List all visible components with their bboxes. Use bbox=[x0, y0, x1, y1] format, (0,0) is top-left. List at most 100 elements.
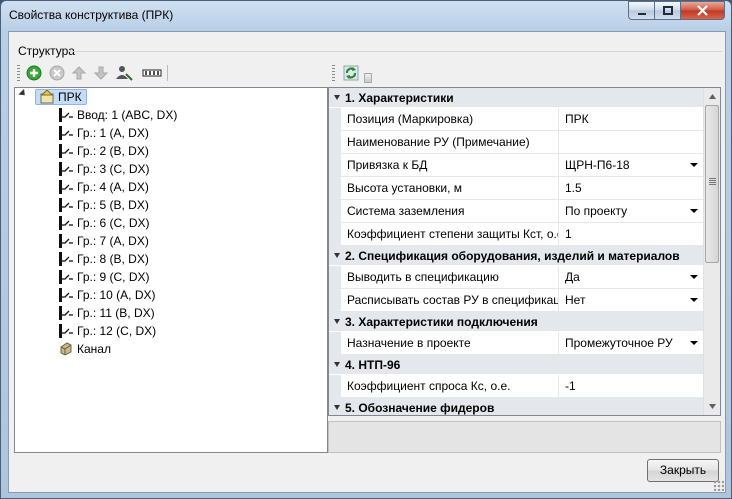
property-row[interactable]: Выводить в спецификацию Да bbox=[329, 266, 705, 289]
property-value-text: -1 bbox=[565, 379, 576, 393]
switch-line-icon bbox=[59, 216, 73, 230]
property-value[interactable]: Промежуточное РУ bbox=[559, 332, 705, 354]
toolbar-separator bbox=[167, 65, 168, 81]
property-row[interactable]: Коэффициент спроса Кс, о.е. -1 bbox=[329, 375, 705, 398]
tree-item-group[interactable]: Гр.: 11 (B, DX) bbox=[59, 304, 155, 322]
property-category[interactable]: 1. Характеристики bbox=[329, 88, 705, 108]
tree-item-label: Гр.: 4 (A, DX) bbox=[77, 180, 149, 194]
property-name: Назначение в проекте bbox=[329, 332, 559, 354]
scroll-up-button[interactable] bbox=[704, 88, 720, 105]
tree-item-input[interactable]: Ввод: 1 (ABC, DX) bbox=[59, 106, 177, 124]
close-icon bbox=[697, 5, 708, 16]
add-button[interactable] bbox=[24, 63, 44, 83]
property-row[interactable]: Коэффициент степени защиты Кст, о.е. 1 bbox=[329, 223, 705, 246]
tree-item-group[interactable]: Гр.: 9 (C, DX) bbox=[59, 268, 150, 286]
tree-item-group[interactable]: Гр.: 1 (A, DX) bbox=[59, 124, 149, 142]
tree-item-group[interactable]: Гр.: 12 (C, DX) bbox=[59, 322, 156, 340]
property-name: Коэффициент спроса Кс, о.е. bbox=[329, 375, 559, 397]
scroll-thumb[interactable] bbox=[705, 105, 719, 263]
property-name: Привязка к БД bbox=[329, 154, 559, 176]
user-edit-button[interactable] bbox=[114, 63, 134, 83]
toolbar-grip[interactable] bbox=[17, 65, 20, 81]
property-grid-content: 1. Характеристики Позиция (Маркировка) ПРК… bbox=[329, 88, 705, 415]
property-value[interactable]: 1.5 bbox=[559, 177, 705, 199]
dialog-client-area: Структура ПРК Ввод: 1 (ABC, DX) Гр.: 1 (… bbox=[8, 31, 726, 493]
collapse-arrow-icon[interactable] bbox=[334, 95, 340, 100]
property-value[interactable]: По проекту bbox=[559, 200, 705, 222]
property-value[interactable]: ЩРН-П6-18 bbox=[559, 154, 705, 176]
tree-item-label: Гр.: 1 (A, DX) bbox=[77, 126, 149, 140]
property-value[interactable]: Нет bbox=[559, 289, 705, 311]
property-row[interactable]: Позиция (Маркировка) ПРК bbox=[329, 108, 705, 131]
property-value[interactable]: 1 bbox=[559, 223, 705, 245]
dropdown-arrow-icon[interactable] bbox=[690, 209, 698, 213]
scroll-down-button[interactable] bbox=[704, 398, 720, 415]
dropdown-arrow-icon[interactable] bbox=[690, 298, 698, 302]
property-category[interactable]: 4. НТП-96 bbox=[329, 355, 705, 375]
property-row[interactable]: Высота установки, м 1.5 bbox=[329, 177, 705, 200]
refresh-button[interactable] bbox=[340, 63, 362, 83]
tree-item-group[interactable]: Гр.: 4 (A, DX) bbox=[59, 178, 149, 196]
property-value[interactable]: -1 bbox=[559, 375, 705, 397]
switch-line-icon bbox=[59, 162, 73, 176]
property-category-title: 2. Спецификация оборудования, изделий и … bbox=[345, 249, 680, 263]
property-category[interactable]: 5. Обозначение фидеров bbox=[329, 398, 705, 415]
move-down-button[interactable] bbox=[91, 63, 111, 83]
tree-item-label: Гр.: 7 (A, DX) bbox=[77, 234, 149, 248]
dropdown-arrow-icon[interactable] bbox=[690, 275, 698, 279]
tree-item-group[interactable]: Гр.: 6 (C, DX) bbox=[59, 214, 150, 232]
tree-item-group[interactable]: Гр.: 3 (C, DX) bbox=[59, 160, 150, 178]
structure-tree[interactable]: ПРК Ввод: 1 (ABC, DX) Гр.: 1 (A, DX) Гр.: … bbox=[14, 87, 328, 453]
tree-item-label: Гр.: 10 (A, DX) bbox=[77, 288, 156, 302]
tree-expand-arrow-icon[interactable] bbox=[18, 88, 28, 99]
tree-item-group[interactable]: Гр.: 10 (A, DX) bbox=[59, 286, 156, 304]
close-window-button[interactable] bbox=[681, 1, 725, 20]
terminal-strip-icon bbox=[142, 69, 162, 77]
dropdown-arrow-icon[interactable] bbox=[690, 341, 698, 345]
property-row[interactable]: Система заземления По проекту bbox=[329, 200, 705, 223]
switch-line-icon bbox=[59, 252, 73, 266]
distribution-board-icon bbox=[40, 90, 54, 104]
properties-toolbar-grip[interactable] bbox=[332, 65, 335, 81]
property-grid[interactable]: 1. Характеристики Позиция (Маркировка) ПРК… bbox=[328, 87, 721, 416]
remove-button[interactable] bbox=[47, 63, 67, 83]
property-description-panel bbox=[328, 421, 721, 453]
property-row[interactable]: Назначение в проекте Промежуточное РУ bbox=[329, 332, 705, 355]
dropdown-arrow-icon[interactable] bbox=[690, 163, 698, 167]
property-row[interactable]: Расписывать состав РУ в спецификации Нет bbox=[329, 289, 705, 312]
maximize-button[interactable] bbox=[655, 1, 681, 20]
property-value-text: 1.5 bbox=[565, 181, 582, 195]
resize-grip[interactable] bbox=[713, 480, 724, 491]
property-name: Коэффициент степени защиты Кст, о.е. bbox=[329, 223, 559, 245]
tree-item-group[interactable]: Гр.: 7 (A, DX) bbox=[59, 232, 149, 250]
scroll-thumb-grip bbox=[709, 178, 716, 185]
tree-item-group[interactable]: Гр.: 2 (B, DX) bbox=[59, 142, 149, 160]
tree-item-group[interactable]: Гр.: 8 (B, DX) bbox=[59, 250, 149, 268]
property-category[interactable]: 2. Спецификация оборудования, изделий и … bbox=[329, 246, 705, 266]
property-category[interactable]: 3. Характеристики подключения bbox=[329, 312, 705, 332]
property-grid-scrollbar[interactable] bbox=[703, 88, 720, 415]
switch-line-icon bbox=[59, 198, 73, 212]
close-button[interactable]: Закрыть bbox=[647, 459, 719, 482]
property-value[interactable] bbox=[559, 131, 705, 153]
property-value-text: Промежуточное РУ bbox=[565, 336, 673, 350]
switch-line-icon bbox=[59, 234, 73, 248]
property-name: Позиция (Маркировка) bbox=[329, 108, 559, 130]
collapse-arrow-icon[interactable] bbox=[334, 319, 340, 324]
collapse-arrow-icon[interactable] bbox=[334, 405, 340, 410]
property-row[interactable]: Привязка к БД ЩРН-П6-18 bbox=[329, 154, 705, 177]
title-bar[interactable]: Свойства конструктива (ПРК) bbox=[1, 1, 731, 31]
minimize-button[interactable] bbox=[628, 1, 655, 20]
terminal-strip-button[interactable] bbox=[140, 63, 164, 83]
tree-item-group[interactable]: Гр.: 5 (B, DX) bbox=[59, 196, 149, 214]
property-value[interactable]: ПРК bbox=[559, 108, 705, 130]
tree-item-channel[interactable]: Канал bbox=[59, 340, 111, 358]
property-value-text: ЩРН-П6-18 bbox=[565, 158, 630, 172]
property-value[interactable]: Да bbox=[559, 266, 705, 288]
toolbar-overflow-button[interactable] bbox=[364, 73, 372, 83]
move-up-button[interactable] bbox=[69, 63, 89, 83]
collapse-arrow-icon[interactable] bbox=[334, 362, 340, 367]
property-row[interactable]: Наименование РУ (Примечание) bbox=[329, 131, 705, 154]
tree-root-item[interactable]: ПРК bbox=[35, 88, 87, 106]
collapse-arrow-icon[interactable] bbox=[334, 253, 340, 258]
